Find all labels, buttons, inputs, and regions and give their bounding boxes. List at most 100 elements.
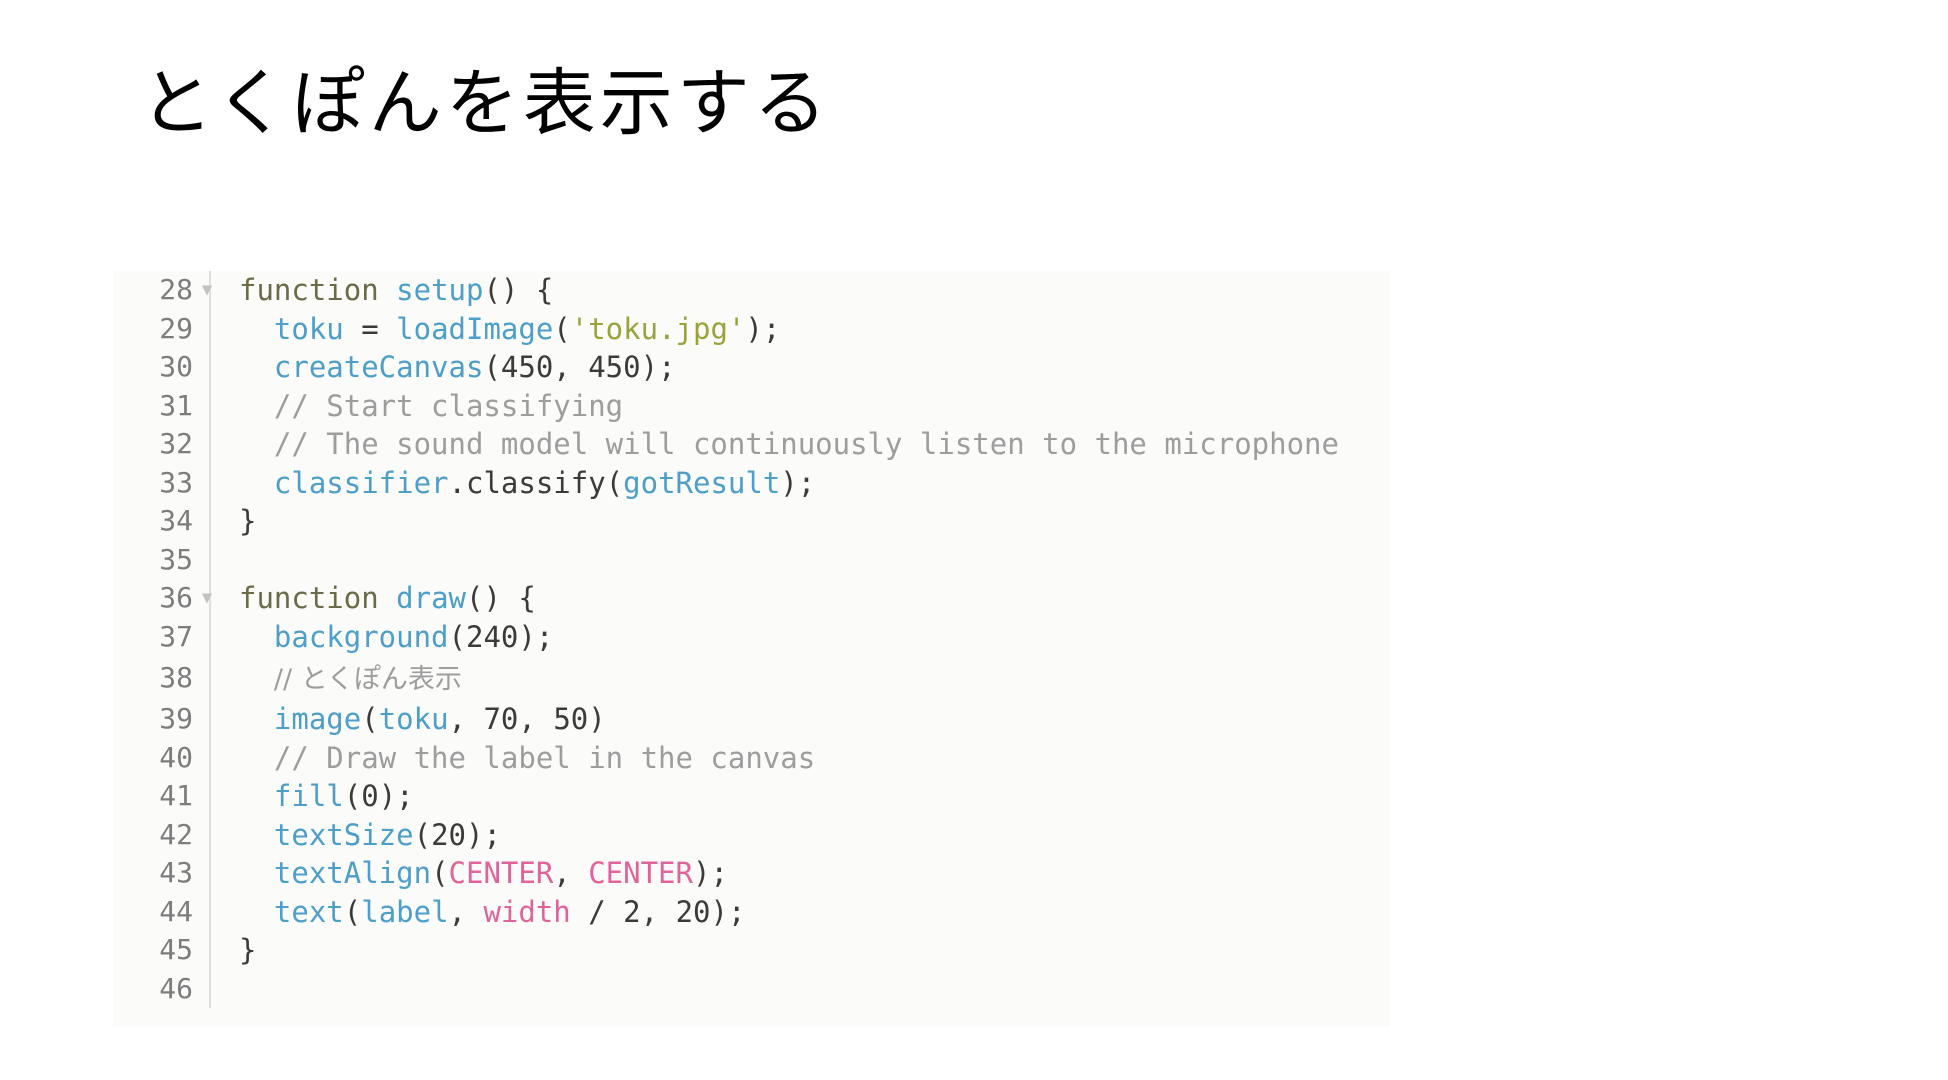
code-token: , bbox=[448, 894, 484, 929]
code-line[interactable]: 35 bbox=[113, 540, 1390, 579]
code-line-text: text(label, width / 2, 20); bbox=[225, 893, 1390, 932]
code-token: background bbox=[273, 619, 449, 654]
code-token: function bbox=[239, 273, 379, 307]
gutter-divider bbox=[209, 540, 225, 579]
code-line[interactable]: 33 classifier.classify(gotResult); bbox=[113, 463, 1390, 503]
code-line[interactable]: 36 ▼ function draw() { bbox=[113, 579, 1390, 618]
code-token: ( bbox=[448, 619, 466, 654]
line-number: 38 bbox=[159, 661, 193, 694]
code-token: 0 bbox=[361, 779, 379, 813]
code-line[interactable]: 45} bbox=[113, 931, 1390, 970]
code-line[interactable]: 32 // The sound model will continuously … bbox=[113, 425, 1390, 464]
gutter-divider bbox=[209, 656, 225, 700]
code-token: image bbox=[273, 702, 362, 736]
code-line[interactable]: 39 image(toku, 70, 50) bbox=[113, 700, 1390, 739]
line-number: 35 bbox=[159, 542, 193, 576]
code-line-text: fill(0); bbox=[225, 777, 1390, 816]
code-token: createCanvas bbox=[273, 350, 484, 384]
gutter-divider bbox=[209, 386, 225, 425]
gutter-divider bbox=[209, 425, 225, 464]
line-number: 45 bbox=[159, 933, 193, 966]
code-token: 240 bbox=[466, 619, 519, 654]
code-line-text: textSize(20); bbox=[225, 816, 1390, 855]
code-fold-triangle-icon[interactable]: ▼ bbox=[199, 271, 215, 310]
gutter-divider bbox=[209, 463, 225, 502]
code-line[interactable]: 37 background(240); bbox=[113, 617, 1390, 656]
code-token: ); bbox=[466, 817, 501, 852]
gutter-divider bbox=[209, 309, 225, 348]
gutter-divider bbox=[209, 892, 225, 931]
gutter-divider bbox=[209, 617, 225, 656]
code-token: toku bbox=[273, 311, 344, 346]
code-token: ); bbox=[518, 619, 554, 654]
code-line-text: function setup() { bbox=[225, 271, 1390, 310]
code-token: ( bbox=[343, 779, 362, 813]
gutter-divider bbox=[209, 502, 225, 541]
code-token: 20 bbox=[431, 817, 466, 852]
code-token: textSize bbox=[273, 817, 414, 852]
code-token: 450 bbox=[588, 350, 641, 384]
code-line[interactable]: 43 textAlign(CENTER, CENTER); bbox=[113, 854, 1390, 893]
line-number: 40 bbox=[159, 740, 193, 774]
code-token: 450 bbox=[500, 350, 554, 384]
code-line[interactable]: 41 fill(0); bbox=[113, 777, 1390, 816]
code-fold-triangle-icon[interactable]: ▼ bbox=[199, 579, 215, 618]
code-token: ( bbox=[605, 465, 624, 500]
line-number: 39 bbox=[159, 702, 193, 735]
code-token: // Draw the label in the canvas bbox=[273, 740, 816, 775]
line-number: 28 ▼ bbox=[113, 271, 212, 310]
code-token: label bbox=[361, 894, 449, 929]
code-line-text: } bbox=[225, 931, 1390, 970]
code-token: 70 bbox=[483, 702, 519, 736]
code-line-text: // The sound model will continuously lis… bbox=[225, 425, 1390, 464]
code-token: ); bbox=[640, 350, 676, 384]
code-token: ( bbox=[361, 702, 379, 736]
line-number: 29 bbox=[159, 311, 193, 345]
code-line[interactable]: 28 ▼ function setup() { bbox=[113, 271, 1390, 310]
code-token: ( bbox=[431, 856, 449, 890]
code-token: textAlign bbox=[273, 856, 432, 890]
code-line-text: // とくぽん表示 bbox=[225, 656, 1390, 702]
line-number: 32 bbox=[159, 427, 193, 460]
line-number: 36 ▼ bbox=[113, 579, 212, 618]
code-token: function bbox=[239, 581, 379, 615]
code-token: / bbox=[570, 894, 624, 929]
gutter-divider bbox=[209, 969, 225, 1008]
line-number: 41 bbox=[159, 779, 193, 812]
code-line-text: classifier.classify(gotResult); bbox=[225, 464, 1390, 503]
line-number: 44 bbox=[159, 894, 193, 928]
code-screenshot-panel: 28 ▼ function setup() {29 toku = loadImage… bbox=[113, 271, 1390, 1027]
code-line-text: toku = loadImage('toku.jpg'); bbox=[225, 310, 1390, 349]
code-line[interactable]: 42 textSize(20); bbox=[113, 815, 1390, 855]
code-line[interactable]: 31 // Start classifying bbox=[113, 386, 1390, 425]
code-token: 'toku.jpg' bbox=[570, 311, 746, 346]
code-line[interactable]: 40 // Draw the label in the canvas bbox=[113, 738, 1390, 777]
code-line[interactable]: 46 bbox=[113, 969, 1390, 1008]
code-line[interactable]: 30 createCanvas(450, 450); bbox=[113, 348, 1390, 387]
code-token: ) bbox=[588, 702, 606, 736]
code-line[interactable]: 29 toku = loadImage('toku.jpg'); bbox=[113, 309, 1390, 349]
code-line[interactable]: 44 text(label, width / 2, 20); bbox=[113, 892, 1390, 932]
code-token: } bbox=[239, 933, 257, 967]
code-line[interactable]: 34} bbox=[113, 502, 1390, 541]
code-token: () { bbox=[483, 273, 554, 307]
code-token: gotResult bbox=[623, 465, 781, 500]
code-token: ); bbox=[378, 779, 414, 813]
code-token: . bbox=[448, 465, 466, 500]
code-token: ); bbox=[780, 465, 816, 500]
gutter-divider bbox=[209, 348, 225, 387]
code-line[interactable]: 38 // とくぽん表示 bbox=[113, 656, 1390, 700]
